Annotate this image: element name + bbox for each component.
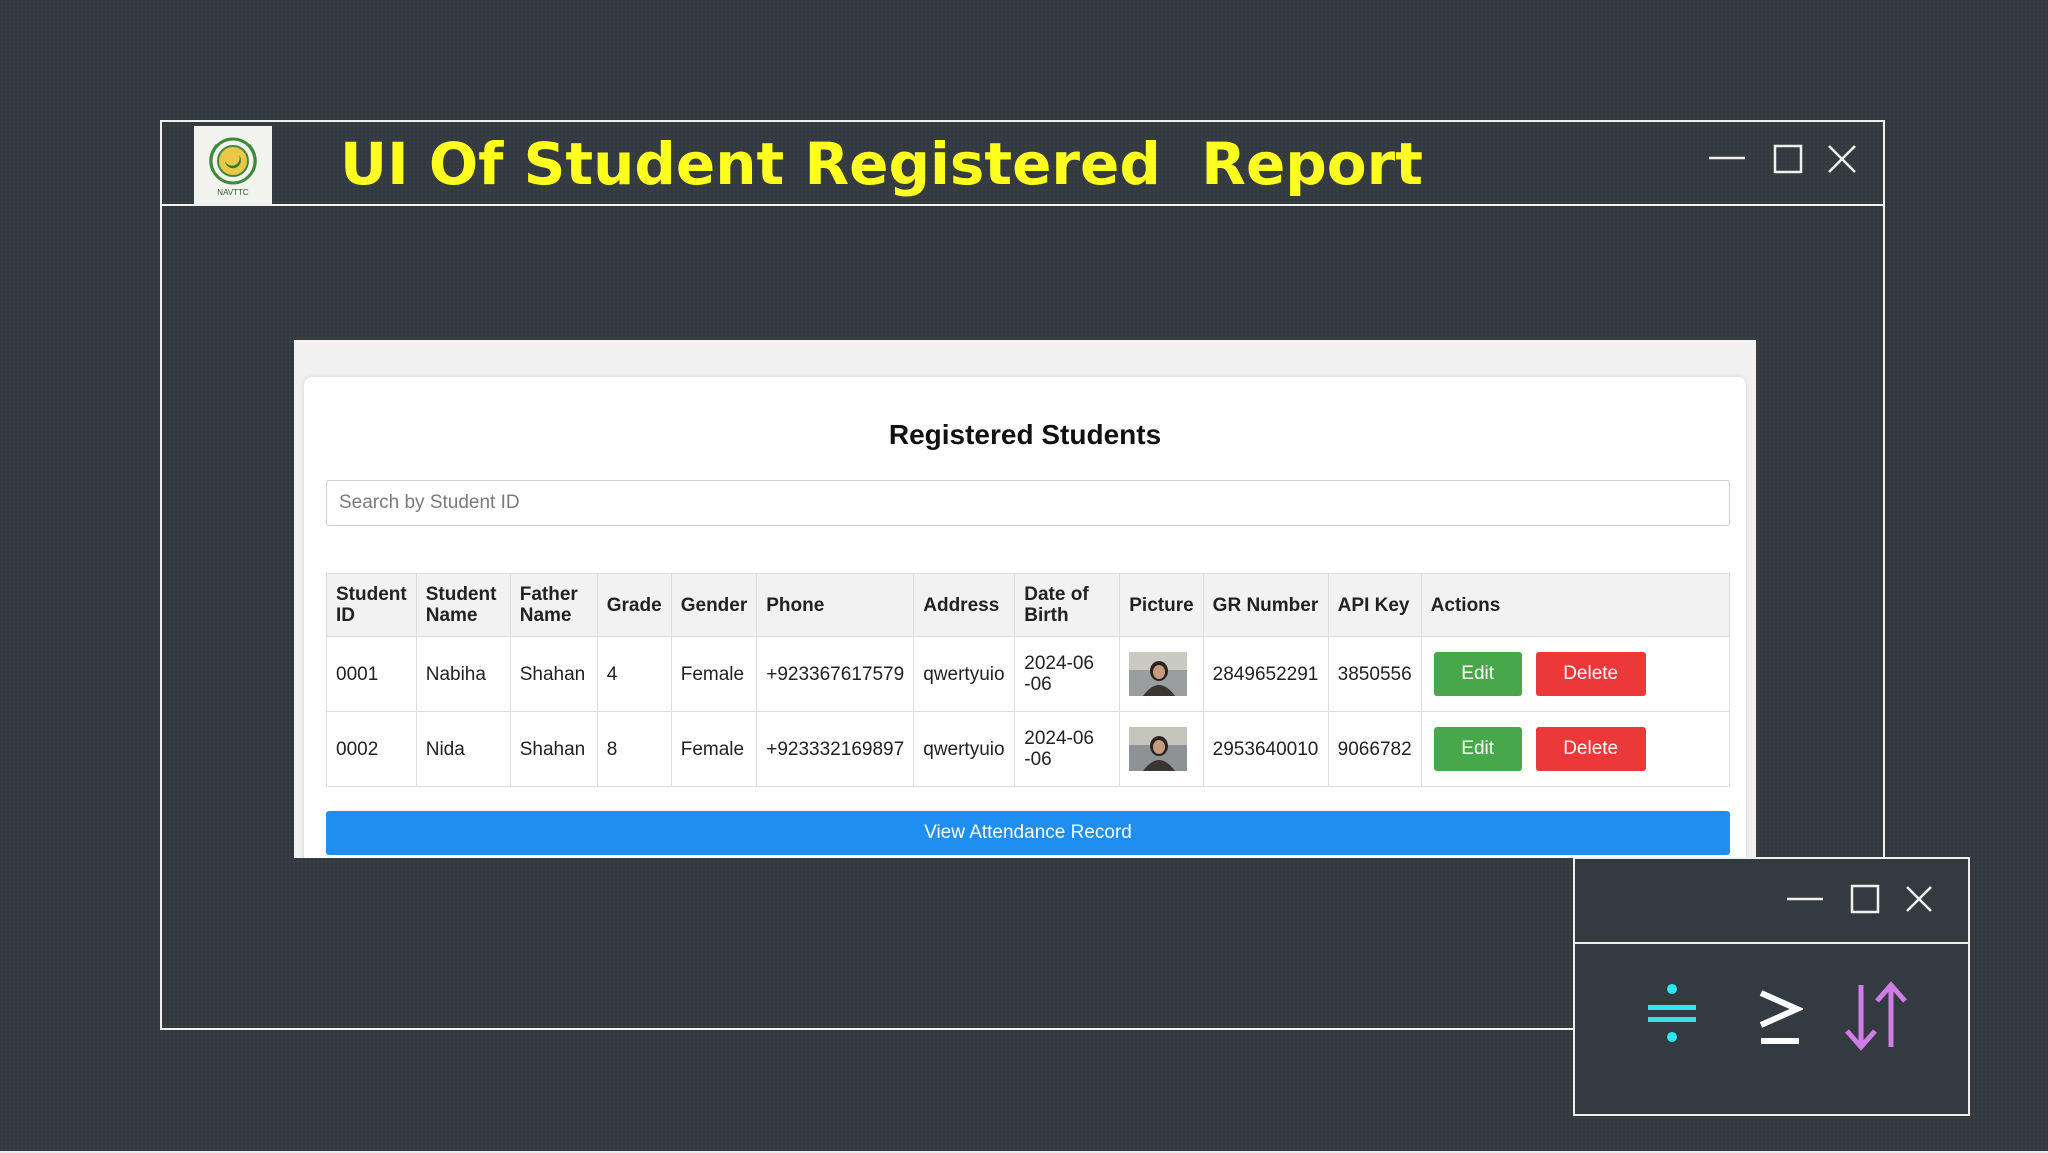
grade-cell: 4 (596, 636, 672, 712)
mini-window (1573, 857, 1970, 1116)
father-name-cell: Shahan (509, 711, 598, 787)
address-cell: qwertyuio (913, 636, 1016, 712)
edit-button[interactable]: Edit (1433, 727, 1522, 771)
search-input[interactable] (326, 480, 1730, 526)
column-header: Date of Birth (1014, 573, 1121, 637)
table-row: 0001 Nabiha Shahan 4 Female +92336761757… (326, 636, 1731, 712)
gender-cell: Female (670, 636, 758, 712)
student-photo (1129, 652, 1188, 696)
column-header: Actions (1420, 573, 1731, 637)
column-header: API Key (1327, 573, 1422, 637)
gr-number-cell: 2849652291 (1202, 636, 1329, 712)
column-header: GR Number (1202, 573, 1329, 637)
phone-cell: +923367617579 (756, 636, 915, 712)
slide-title: UI Of Student Registered Report (340, 130, 1423, 198)
column-header: Student ID (326, 573, 417, 637)
delete-button[interactable]: Delete (1535, 727, 1646, 771)
picture-cell (1119, 711, 1204, 787)
maximize-icon[interactable] (1847, 881, 1883, 917)
student-id-cell: 0002 (326, 711, 417, 787)
logo-text: NAVTTC (217, 188, 249, 197)
picture-cell (1119, 636, 1204, 712)
actions-cell: Edit Delete (1420, 636, 1731, 712)
registered-students-card: Registered Students Student ID Student N… (304, 377, 1746, 858)
column-header: Gender (670, 573, 758, 637)
divide-icon (1648, 984, 1696, 1042)
father-name-cell: Shahan (509, 636, 598, 712)
minimize-icon[interactable] (1787, 881, 1823, 917)
dob-cell: 2024-06-06 (1014, 711, 1121, 787)
column-header: Grade (596, 573, 672, 637)
api-key-cell: 9066782 (1327, 711, 1422, 787)
edit-button[interactable]: Edit (1433, 652, 1522, 696)
gr-number-cell: 2953640010 (1202, 711, 1329, 787)
student-name-cell: Nida (415, 711, 511, 787)
dob-text: 2024-06-06 (1024, 653, 1094, 695)
phone-cell: +923332169897 (756, 711, 915, 787)
column-header: Phone (756, 573, 915, 637)
dob-text: 2024-06-06 (1024, 728, 1094, 770)
mini-titlebar (1575, 859, 1968, 944)
column-header: Father Name (509, 573, 598, 637)
sort-arrows-icon (1845, 981, 1907, 1051)
student-photo (1129, 727, 1188, 771)
delete-button[interactable]: Delete (1535, 652, 1646, 696)
close-icon[interactable] (1901, 881, 1937, 917)
table-header-row: Student ID Student Name Father Name Grad… (326, 573, 1731, 637)
view-attendance-button[interactable]: View Attendance Record (326, 811, 1730, 855)
column-header: Student Name (415, 573, 511, 637)
greater-equal-icon (1759, 990, 1803, 1044)
table-row: 0002 Nida Shahan 8 Female +923332169897 … (326, 711, 1731, 787)
dob-cell: 2024-06-06 (1014, 636, 1121, 712)
column-header: Picture (1119, 573, 1204, 637)
slide-titlebar: NAVTTC UI Of Student Registered Report (162, 122, 1883, 206)
students-table: Student ID Student Name Father Name Grad… (326, 573, 1731, 787)
maximize-icon[interactable] (1767, 138, 1807, 178)
actions-cell: Edit Delete (1420, 711, 1731, 787)
page-title: Registered Students (888, 419, 1162, 450)
grade-cell: 8 (596, 711, 672, 787)
navttc-emblem-icon: NAVTTC (209, 137, 257, 197)
minimize-icon[interactable] (1707, 138, 1747, 178)
gender-cell: Female (670, 711, 758, 787)
student-name-cell: Nabiha (415, 636, 511, 712)
app-screenshot: Registered Students Student ID Student N… (294, 340, 1756, 858)
student-id-cell: 0001 (326, 636, 417, 712)
address-cell: qwertyuio (913, 711, 1016, 787)
navttc-logo: NAVTTC (194, 126, 272, 204)
close-icon[interactable] (1821, 138, 1861, 178)
api-key-cell: 3850556 (1327, 636, 1422, 712)
column-header: Address (913, 573, 1016, 637)
